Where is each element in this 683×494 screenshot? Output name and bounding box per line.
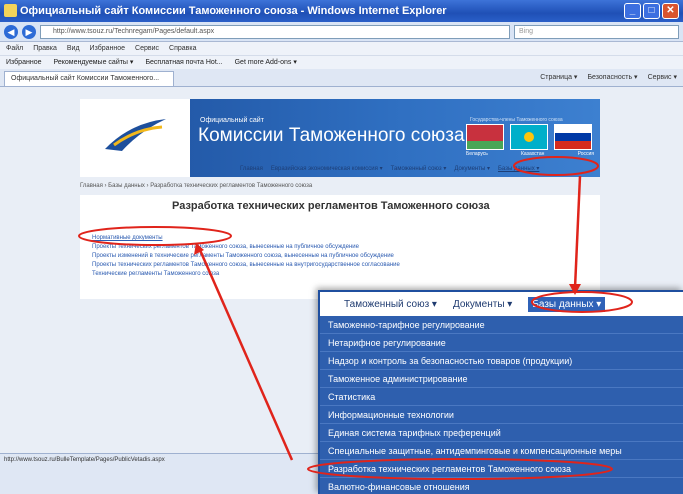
- browser-menubar: Файл Правка Вид Избранное Сервис Справка: [0, 42, 683, 55]
- maximize-button[interactable]: □: [643, 3, 660, 19]
- nav-home[interactable]: Главная: [240, 163, 263, 175]
- flag-name-kazakhstan: Казахстан: [521, 151, 545, 157]
- minimize-button[interactable]: _: [624, 3, 641, 19]
- databases-dropdown: Таможенно-тарифное регулирование Нетариф…: [320, 316, 683, 494]
- favorites-button[interactable]: Избранное: [6, 56, 41, 69]
- addons-link[interactable]: Get more Add-ons ▾: [235, 56, 297, 69]
- site-nav: Главная Евразийская экономическая комисс…: [240, 163, 539, 175]
- flag-name-belarus: Беларусь: [466, 151, 488, 157]
- link-draft-internal-approval[interactable]: Проекты технических регламентов Таможенн…: [92, 261, 400, 270]
- zoom-nav-databases[interactable]: Базы данных ▾: [528, 296, 606, 312]
- browser-tab[interactable]: Официальный сайт Комиссии Таможенного...: [4, 71, 174, 86]
- menu-item-statistics[interactable]: Статистика: [320, 388, 683, 406]
- safety-menu[interactable]: Безопасность ▾: [587, 72, 637, 84]
- menu-item-nontariff[interactable]: Нетарифное регулирование: [320, 334, 683, 352]
- menu-tools[interactable]: Сервис: [135, 42, 159, 55]
- site-title: Комиссии Таможенного союза: [198, 125, 465, 146]
- menu-item-tariff[interactable]: Таможенно-тарифное регулирование: [320, 316, 683, 334]
- link-draft-regulations[interactable]: Проекты технических регламентов Таможенн…: [92, 243, 400, 252]
- search-field[interactable]: Bing: [514, 24, 679, 39]
- nav-commission[interactable]: Евразийская экономическая комиссия ▾: [271, 163, 383, 175]
- back-button[interactable]: ◀: [4, 24, 18, 39]
- nav-databases[interactable]: Базы данных ▾: [498, 163, 539, 175]
- window-controls: _ □ ✕: [624, 3, 679, 19]
- command-bar: Страница ▾ Безопасность ▾ Сервис ▾: [540, 72, 677, 84]
- menu-item-safety-control[interactable]: Надзор и контроль за безопасностью товар…: [320, 352, 683, 370]
- kazakhstan-flag-icon[interactable]: [510, 124, 548, 150]
- flag-names: Беларусь Казахстан Россия: [466, 151, 594, 157]
- document-links: Нормативные документы Проекты технически…: [92, 234, 400, 279]
- suggested-sites-link[interactable]: Рекомендуемые сайты ▾: [53, 56, 133, 69]
- site-subtitle: Официальный сайт: [200, 117, 264, 124]
- menu-item-currency[interactable]: Валютно-финансовые отношения: [320, 478, 683, 494]
- url-field[interactable]: http://www.tsouz.ru/Technregam/Pages/def…: [40, 24, 510, 39]
- russia-flag-icon[interactable]: [554, 124, 592, 150]
- menu-view[interactable]: Вид: [67, 42, 80, 55]
- nav-documents[interactable]: Документы ▾: [454, 163, 490, 175]
- page-title: Разработка технических регламентов Тамож…: [172, 200, 490, 212]
- forward-button[interactable]: ▶: [22, 24, 36, 39]
- tools-menu[interactable]: Сервис ▾: [648, 72, 677, 84]
- link-draft-amendments[interactable]: Проекты изменений в технические регламен…: [92, 252, 400, 261]
- menu-item-it[interactable]: Информационные технологии: [320, 406, 683, 424]
- status-url: http://www.tsouz.ru/BulleTemplate/Pages/…: [4, 457, 165, 463]
- link-normative-docs[interactable]: Нормативные документы: [92, 234, 400, 243]
- close-button[interactable]: ✕: [662, 3, 679, 19]
- breadcrumb: Главная › Базы данных › Разработка техни…: [80, 183, 313, 189]
- zoom-nav-documents[interactable]: Документы ▾: [453, 299, 512, 310]
- favorites-bar: Избранное Рекомендуемые сайты ▾ Бесплатн…: [0, 55, 683, 69]
- menu-file[interactable]: Файл: [6, 42, 23, 55]
- address-bar: ◀ ▶ http://www.tsouz.ru/Technregam/Pages…: [0, 22, 683, 42]
- menu-favorites[interactable]: Избранное: [90, 42, 125, 55]
- zoomed-nav: Таможенный союз ▾ Документы ▾ Базы данны…: [320, 292, 683, 316]
- zoom-nav-customs-union[interactable]: Таможенный союз ▾: [344, 299, 437, 310]
- belarus-flag-icon[interactable]: [466, 124, 504, 150]
- hotmail-link[interactable]: Бесплатная почта Hot...: [145, 56, 222, 69]
- zoomed-menu-inset: Таможенный союз ▾ Документы ▾ Базы данны…: [318, 290, 683, 494]
- menu-help[interactable]: Справка: [169, 42, 196, 55]
- menu-item-protective-measures[interactable]: Специальные защитные, антидемпинговые и …: [320, 442, 683, 460]
- page-menu[interactable]: Страница ▾: [540, 72, 577, 84]
- menu-item-preferences[interactable]: Единая система тарифных преференций: [320, 424, 683, 442]
- menu-edit[interactable]: Правка: [33, 42, 57, 55]
- menu-item-customs-admin[interactable]: Таможенное администрирование: [320, 370, 683, 388]
- ie-icon: [4, 4, 17, 17]
- window-titlebar: Официальный сайт Комиссии Таможенного со…: [0, 0, 683, 22]
- window-title: Официальный сайт Комиссии Таможенного со…: [20, 5, 447, 17]
- link-technical-regulations[interactable]: Технические регламенты Таможенного союза: [92, 270, 400, 279]
- site-logo-icon[interactable]: [100, 115, 170, 155]
- nav-customs-union[interactable]: Таможенный союз ▾: [391, 163, 447, 175]
- tab-bar: Официальный сайт Комиссии Таможенного...…: [0, 69, 683, 87]
- menu-item-tech-regulations[interactable]: Разработка технических регламентов Тамож…: [320, 460, 683, 478]
- flags-caption: Государства-члены Таможенного союза: [470, 117, 563, 123]
- flag-name-russia: Россия: [577, 151, 594, 157]
